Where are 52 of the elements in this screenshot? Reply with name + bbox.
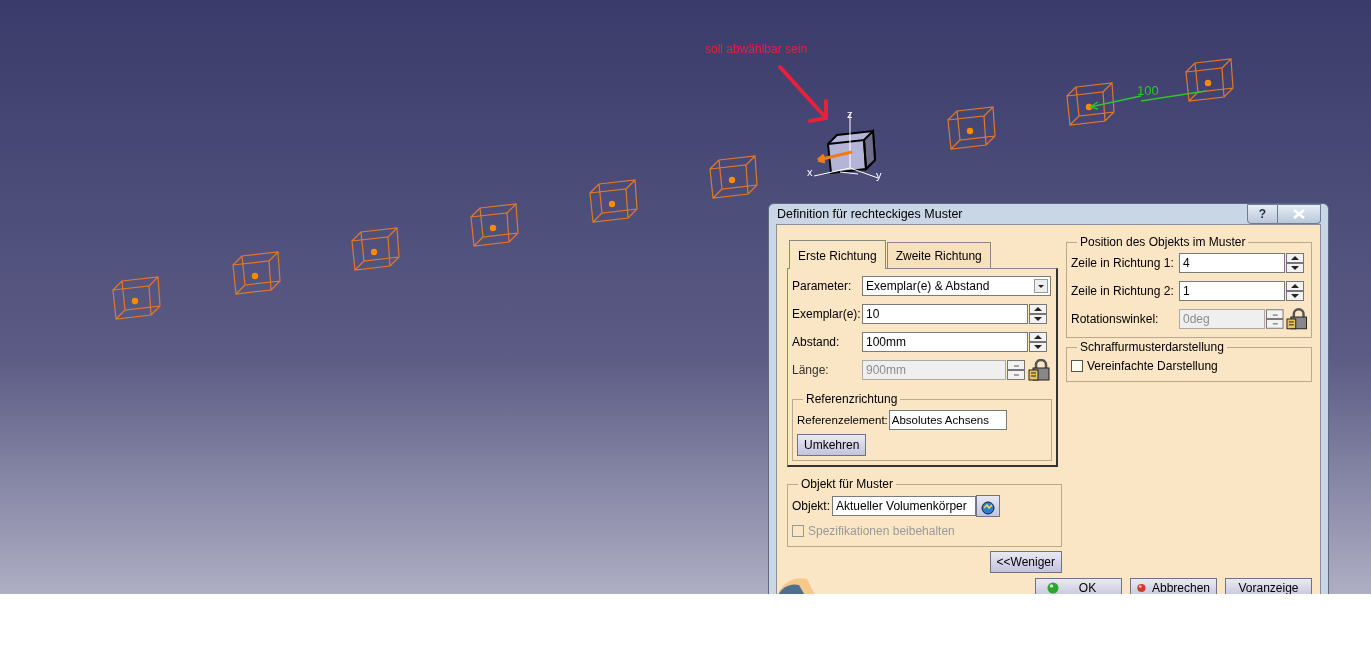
dialog-button[interactable]: Voranzeige: [1225, 577, 1312, 594]
field-label: Referenzelement:: [797, 412, 888, 428]
field-label: Zeile in Richtung 2:: [1071, 283, 1175, 301]
window-title: Definition für rechteckiges Muster: [776, 205, 963, 223]
field-label: Exemplar(e):: [792, 306, 862, 323]
spin-buttons-icon: [1286, 253, 1304, 274]
group-title: Position des Objekts im Muster: [1079, 235, 1247, 250]
group-title: Objekt für Muster: [800, 477, 895, 492]
field-label: Objekt:: [792, 497, 830, 515]
field-label: Länge:: [792, 362, 830, 379]
group-title: Schraffurmusterdarstellung: [1079, 340, 1225, 355]
input-field[interactable]: 10: [862, 304, 1028, 324]
dimension-value: 100: [1137, 83, 1159, 98]
checkbox[interactable]: [1071, 359, 1083, 372]
cancel-icon: [1137, 582, 1146, 594]
annotation-text: soll abwählbar sein: [705, 42, 808, 56]
checkbox-label: Spezifikationen beibehalten: [808, 522, 955, 540]
ok-icon: [1046, 582, 1059, 594]
spin-buttons-icon: [1266, 309, 1284, 330]
selection-icon: [980, 498, 996, 515]
axis-label: z: [847, 108, 853, 120]
input-field[interactable]: Absolutes Achsens: [888, 410, 1007, 431]
lock-icon: [1028, 359, 1050, 381]
tab[interactable]: Erste Richtung: [789, 240, 886, 269]
group-title: Referenzrichtung: [805, 392, 899, 407]
spin-buttons-icon: [1286, 281, 1304, 302]
field-label: Rotationswinkel:: [1071, 311, 1160, 329]
field-label: Abstand:: [792, 334, 841, 351]
less-button[interactable]: <<Weniger: [989, 550, 1062, 573]
annotation-arrow: [778, 65, 828, 123]
tab[interactable]: Zweite Richtung: [886, 242, 991, 268]
field-label: Parameter:: [792, 278, 853, 295]
input-field[interactable]: 100mm: [862, 332, 1028, 352]
lock-icon: [1285, 308, 1307, 331]
input-field[interactable]: Aktueller Volumenkörper: [832, 495, 976, 516]
close-icon: [1293, 209, 1305, 219]
spin-buttons-icon: [1029, 304, 1047, 324]
input-field[interactable]: 4: [1179, 253, 1285, 274]
axis-label: x: [807, 166, 813, 178]
spin-buttons-icon: [1029, 332, 1047, 352]
checkbox-label: Vereinfachte Darstellung: [1087, 357, 1218, 375]
dropdown-field[interactable]: Exemplar(e) & Abstand: [862, 276, 1051, 296]
axis-label: y: [876, 169, 882, 181]
help-button[interactable]: ?: [1247, 204, 1278, 224]
dialog-button[interactable]: Abbrechen: [1130, 577, 1217, 594]
input-field[interactable]: 1: [1179, 281, 1285, 302]
field-label: Zeile in Richtung 1:: [1071, 255, 1175, 273]
dialog-button[interactable]: OK: [1035, 577, 1122, 594]
reverse-button[interactable]: Umkehren: [797, 434, 867, 457]
select-object-button[interactable]: [976, 494, 1000, 517]
spin-buttons-icon: [1007, 360, 1025, 380]
close-button[interactable]: [1278, 204, 1321, 224]
